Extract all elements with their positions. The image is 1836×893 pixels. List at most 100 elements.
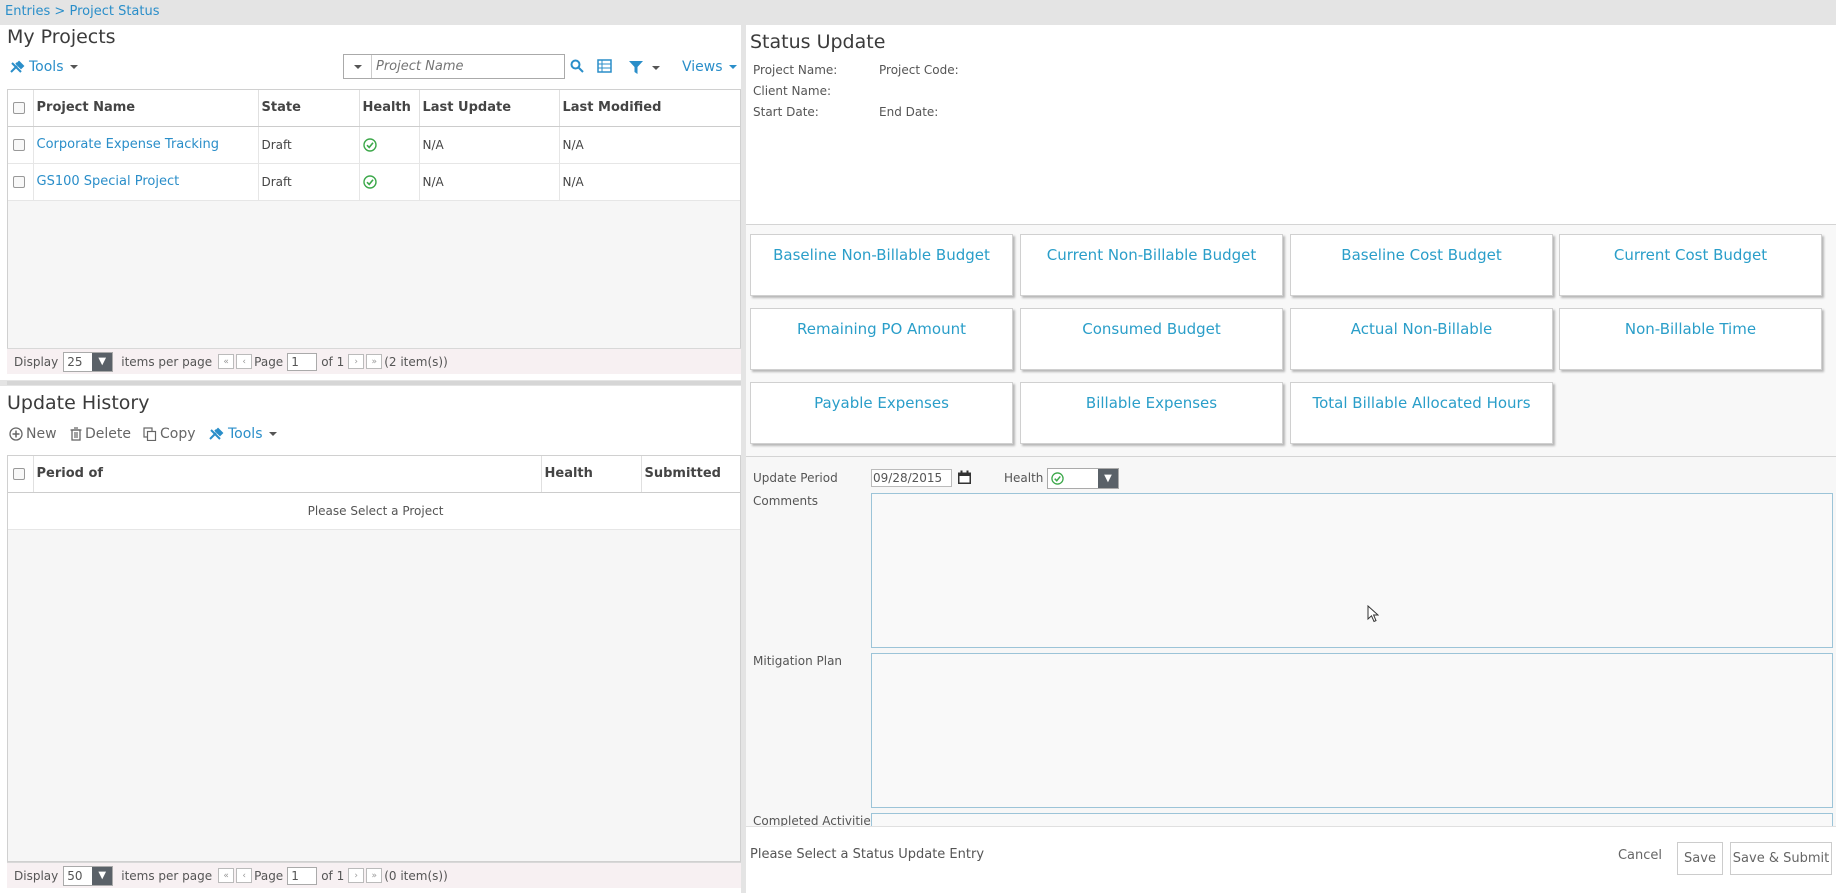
card-baseline-non-billable-budget[interactable]: Baseline Non-Billable Budget (750, 234, 1013, 296)
per-page-select[interactable]: 50 ▼ (63, 865, 114, 886)
page-number-input[interactable]: 1 (287, 866, 318, 885)
card-current-cost-budget[interactable]: Current Cost Budget (1559, 234, 1822, 296)
select-all-checkbox[interactable] (13, 467, 25, 480)
card-consumed-budget[interactable]: Consumed Budget (1020, 308, 1283, 370)
cancel-button[interactable]: Cancel (1612, 840, 1668, 870)
prev-page-icon[interactable]: ‹ (236, 868, 253, 883)
new-button[interactable]: New (9, 426, 57, 442)
card-billable-expenses[interactable]: Billable Expenses (1020, 382, 1283, 444)
page-of-label: of 1 (321, 868, 345, 883)
mitigation-plan-label: Mitigation Plan (753, 654, 843, 668)
col-period-of[interactable]: Period of (33, 456, 542, 493)
first-page-icon[interactable]: « (218, 868, 235, 883)
views-label: Views (682, 59, 723, 75)
divider (746, 826, 1836, 827)
health-select[interactable]: ▼ (1047, 468, 1119, 489)
search-filter-dropdown[interactable] (344, 55, 372, 78)
col-last-update[interactable]: Last Update (419, 90, 560, 127)
comments-textarea[interactable] (871, 493, 1833, 648)
items-per-page-label: items per page (121, 354, 213, 369)
breadcrumb-entries-link[interactable]: Entries (5, 4, 50, 19)
breadcrumb: Entries > Project Status (5, 4, 160, 19)
last-update: N/A (419, 126, 560, 164)
select-all-checkbox-cell[interactable] (8, 456, 34, 493)
filter-menu[interactable] (629, 61, 660, 74)
calendar-icon[interactable] (957, 470, 972, 485)
mouse-cursor-icon (1367, 605, 1379, 623)
row-checkbox-cell[interactable] (8, 163, 34, 201)
select-all-checkbox[interactable] (13, 101, 25, 114)
page-number-input[interactable]: 1 (287, 352, 318, 371)
per-page-select[interactable]: 25 ▼ (63, 351, 114, 372)
col-health[interactable]: Health (359, 90, 420, 127)
col-state[interactable]: State (258, 90, 360, 127)
views-menu[interactable]: Views (682, 59, 737, 75)
card-current-non-billable-budget[interactable]: Current Non-Billable Budget (1020, 234, 1283, 296)
search-icon[interactable] (570, 59, 584, 73)
row-checkbox[interactable] (13, 138, 25, 151)
history-tools-menu[interactable]: Tools (208, 426, 277, 442)
project-state: Draft (258, 126, 360, 164)
table-row[interactable]: Corporate Expense Tracking Draft N/A N/A (8, 126, 740, 164)
next-page-icon[interactable]: › (348, 354, 365, 369)
card-total-billable-allocated-hours[interactable]: Total Billable Allocated Hours (1290, 382, 1553, 444)
copy-label: Copy (160, 426, 196, 442)
select-all-checkbox-cell[interactable] (8, 90, 34, 127)
card-remaining-po-amount[interactable]: Remaining PO Amount (750, 308, 1013, 370)
card-non-billable-time[interactable]: Non-Billable Time (1559, 308, 1822, 370)
last-page-icon[interactable]: » (366, 868, 383, 883)
projects-table: Project Name State Health Last Update La… (8, 90, 740, 201)
per-page-value: 50 (67, 868, 83, 883)
save-submit-button[interactable]: Save & Submit (1730, 842, 1832, 875)
update-period-input[interactable]: 09/28/2015 (871, 469, 952, 487)
item-count: (0 item(s)) (384, 868, 448, 883)
row-checkbox-cell[interactable] (8, 126, 34, 164)
tools-menu[interactable]: Tools (9, 59, 78, 75)
page-label: Page (254, 868, 284, 883)
save-button[interactable]: Save (1677, 842, 1723, 875)
col-project-name[interactable]: Project Name (33, 90, 259, 127)
breadcrumb-current[interactable]: Project Status (69, 4, 159, 19)
col-submitted[interactable]: Submitted (641, 456, 740, 493)
table-header-row: Period of Health Submitted (8, 456, 740, 493)
page-label: Page (254, 354, 284, 369)
row-checkbox[interactable] (13, 175, 25, 188)
search-box (343, 54, 565, 79)
completed-activities-label: Completed Activities (753, 814, 878, 826)
tools-icon (208, 427, 225, 441)
pager-display-label: Display (14, 868, 59, 883)
next-page-icon[interactable]: › (348, 868, 365, 883)
project-name-link[interactable]: GS100 Special Project (33, 163, 259, 201)
update-period-label: Update Period (753, 471, 838, 485)
card-payable-expenses[interactable]: Payable Expenses (750, 382, 1013, 444)
project-name-link[interactable]: Corporate Expense Tracking (33, 126, 259, 164)
update-history-panel: Update History New Delete Copy Tools Per… (0, 386, 741, 893)
page-of-label: of 1 (321, 354, 345, 369)
first-page-icon[interactable]: « (218, 354, 235, 369)
comments-label: Comments (753, 494, 819, 508)
chevron-down-icon (69, 65, 78, 69)
prev-page-icon[interactable]: ‹ (236, 354, 253, 369)
panel-splitter[interactable] (7, 381, 741, 385)
delete-button[interactable]: Delete (70, 426, 131, 442)
delete-label: Delete (85, 426, 131, 442)
columns-icon[interactable] (597, 59, 612, 73)
last-modified: N/A (559, 126, 740, 164)
col-last-modified[interactable]: Last Modified (559, 90, 740, 127)
chevron-down-icon (353, 64, 362, 69)
mitigation-plan-textarea[interactable] (871, 653, 1833, 808)
card-actual-non-billable[interactable]: Actual Non-Billable (1290, 308, 1553, 370)
copy-button[interactable]: Copy (143, 426, 196, 442)
projects-grid: Project Name State Health Last Update La… (7, 89, 741, 350)
end-date-label: End Date: (879, 105, 939, 119)
footer-message: Please Select a Status Update Entry (750, 847, 985, 862)
plus-circle-icon (9, 427, 23, 441)
breadcrumb-separator: > (54, 4, 66, 19)
last-page-icon[interactable]: » (366, 354, 383, 369)
col-health[interactable]: Health (541, 456, 642, 493)
table-row[interactable]: GS100 Special Project Draft N/A N/A (8, 163, 740, 201)
card-baseline-cost-budget[interactable]: Baseline Cost Budget (1290, 234, 1553, 296)
completed-activities-textarea[interactable] (871, 813, 1833, 826)
start-date-label: Start Date: (753, 105, 819, 119)
search-input[interactable] (372, 55, 564, 78)
